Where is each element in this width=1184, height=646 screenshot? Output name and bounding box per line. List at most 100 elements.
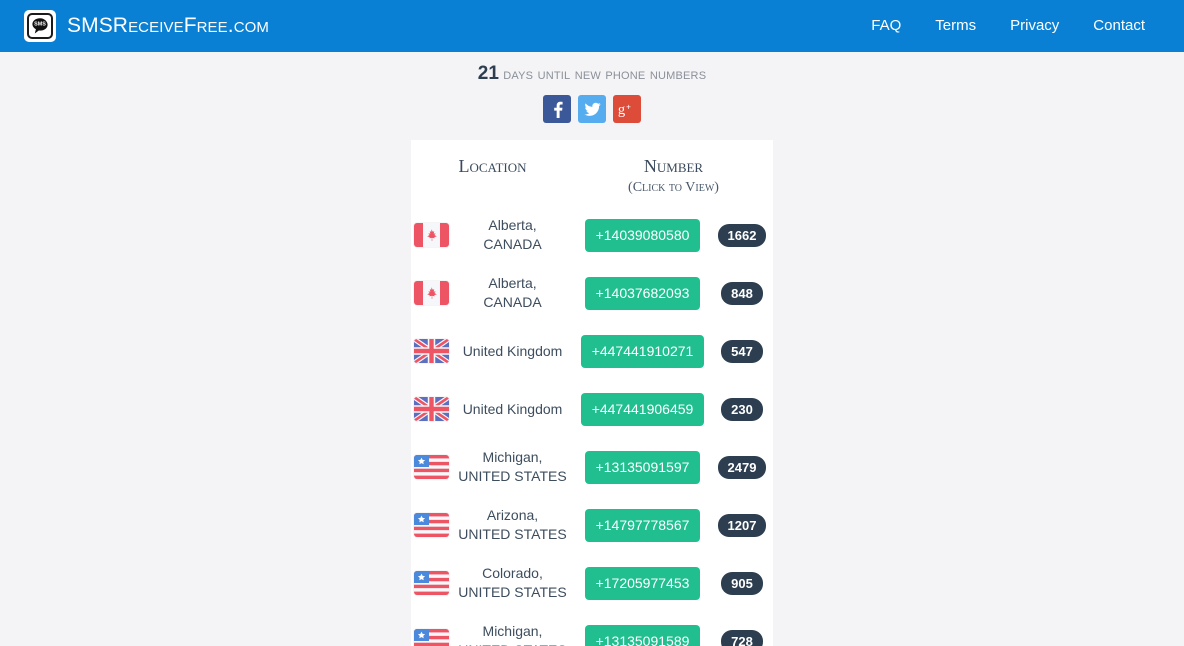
flag-us-icon: [414, 629, 449, 646]
facebook-share-button[interactable]: [543, 95, 571, 123]
table-row: Arizona, UNITED STATES +14797778567 1207: [411, 496, 773, 554]
table-row: United Kingdom +447441906459 230: [411, 380, 773, 438]
message-count-badge: 728: [721, 629, 763, 646]
row-number-cell: +13135091597: [574, 438, 711, 496]
countdown-line: 21 days until new phone numbers: [477, 63, 707, 84]
row-flag-cell: [411, 612, 451, 646]
nav-link-contact[interactable]: Contact: [1076, 0, 1162, 52]
row-location-cell: Arizona, UNITED STATES: [451, 496, 574, 554]
location-text: Michigan, UNITED STATES: [458, 449, 567, 484]
table-row: Alberta, CANADA +14039080580 1662: [411, 206, 773, 264]
row-flag-cell: [411, 554, 451, 612]
googleplus-share-button[interactable]: g +: [613, 95, 641, 123]
row-count-cell: 905: [711, 554, 773, 612]
numbers-panel-wrap: Location Number (Click to View) Alberta,…: [0, 140, 1184, 646]
column-header-number-main: Number: [643, 156, 704, 176]
row-flag-cell: [411, 438, 451, 496]
row-count-cell: 1662: [711, 206, 773, 264]
sms-speech-bubble-icon: SMS: [24, 10, 56, 42]
nav-item-faq: FAQ: [854, 0, 918, 52]
location-text: Alberta, CANADA: [483, 217, 542, 252]
message-count-badge: 230: [721, 397, 763, 421]
flag-ca-icon: [414, 223, 449, 247]
table-row: United Kingdom +447441910271 547: [411, 322, 773, 380]
row-count-cell: 547: [711, 322, 773, 380]
message-count-badge: 905: [721, 571, 763, 595]
svg-text:g: g: [618, 102, 625, 118]
column-header-number: Number (Click to View): [574, 140, 773, 206]
table-row: Alberta, CANADA +14037682093 848: [411, 264, 773, 322]
phone-number-button[interactable]: +17205977453: [584, 566, 701, 600]
row-flag-cell: [411, 264, 451, 322]
flag-us-icon: [414, 455, 449, 479]
phone-number-button[interactable]: +14797778567: [584, 508, 701, 542]
row-number-cell: +14037682093: [574, 264, 711, 322]
location-text: United Kingdom: [462, 400, 563, 417]
row-count-cell: 2479: [711, 438, 773, 496]
table-row: Michigan, UNITED STATES +13135091597 2479: [411, 438, 773, 496]
countdown-days-value: 21: [477, 63, 499, 84]
row-location-cell: Michigan, UNITED STATES: [451, 612, 574, 646]
flag-ca-icon: [414, 281, 449, 305]
social-share-row: g +: [0, 95, 1184, 123]
nav-item-terms: Terms: [918, 0, 993, 52]
location-text: United Kingdom: [462, 342, 563, 359]
nav-link-faq[interactable]: FAQ: [854, 0, 918, 52]
row-count-cell: 1207: [711, 496, 773, 554]
nav-item-privacy: Privacy: [993, 0, 1076, 52]
twitter-icon: [583, 100, 602, 119]
table-head: Location Number (Click to View): [411, 140, 773, 206]
table-header-row: Location Number (Click to View): [411, 140, 773, 206]
column-header-location: Location: [458, 156, 527, 176]
svg-text:+: +: [626, 102, 631, 111]
row-count-cell: 848: [711, 264, 773, 322]
nav-link-terms[interactable]: Terms: [918, 0, 993, 52]
location-text: Arizona, UNITED STATES: [458, 507, 567, 542]
row-location-cell: United Kingdom: [451, 380, 574, 438]
nav-link-privacy[interactable]: Privacy: [993, 0, 1076, 52]
row-count-cell: 728: [711, 612, 773, 646]
facebook-icon: [548, 100, 566, 118]
row-count-cell: 230: [711, 380, 773, 438]
countdown-banner: 21 days until new phone numbers: [0, 52, 1184, 83]
phone-numbers-table: Location Number (Click to View) Alberta,…: [411, 140, 773, 646]
table-row: Colorado, UNITED STATES +17205977453 905: [411, 554, 773, 612]
row-flag-cell: [411, 206, 451, 264]
phone-number-button[interactable]: +14037682093: [584, 276, 701, 310]
phone-number-button[interactable]: +447441906459: [580, 392, 705, 426]
message-count-badge: 848: [721, 281, 763, 305]
twitter-share-button[interactable]: [578, 95, 606, 123]
phone-number-button[interactable]: +14039080580: [584, 218, 701, 252]
row-number-cell: +447441906459: [574, 380, 711, 438]
row-number-cell: +447441910271: [574, 322, 711, 380]
table-body: Alberta, CANADA +14039080580 1662 Alberta, …: [411, 206, 773, 646]
message-count-badge: 547: [721, 339, 763, 363]
row-location-cell: Alberta, CANADA: [451, 206, 574, 264]
message-count-badge: 1662: [717, 223, 767, 247]
svg-text:SMS: SMS: [34, 22, 46, 28]
flag-us-icon: [414, 513, 449, 537]
phone-number-button[interactable]: +13135091589: [584, 624, 701, 646]
brand-home-link[interactable]: SMS SMSReceiveFree.com: [24, 10, 269, 42]
row-number-cell: +14797778567: [574, 496, 711, 554]
location-text: Colorado, UNITED STATES: [458, 565, 567, 600]
row-location-cell: Colorado, UNITED STATES: [451, 554, 574, 612]
flag-gb-icon: [414, 397, 449, 421]
table-row: Michigan, UNITED STATES +13135091589 728: [411, 612, 773, 646]
message-count-badge: 2479: [717, 455, 767, 479]
row-flag-cell: [411, 322, 451, 380]
phone-number-button[interactable]: +13135091597: [584, 450, 701, 484]
row-location-cell: United Kingdom: [451, 322, 574, 380]
row-location-cell: Alberta, CANADA: [451, 264, 574, 322]
phone-number-button[interactable]: +447441910271: [580, 334, 705, 368]
row-flag-cell: [411, 496, 451, 554]
row-number-cell: +13135091589: [574, 612, 711, 646]
message-count-badge: 1207: [717, 513, 767, 537]
row-number-cell: +17205977453: [574, 554, 711, 612]
nav-link-list: FAQ Terms Privacy Contact: [854, 0, 1162, 52]
row-flag-cell: [411, 380, 451, 438]
flag-us-icon: [414, 571, 449, 595]
row-number-cell: +14039080580: [574, 206, 711, 264]
top-navigation-bar: SMS SMSReceiveFree.com FAQ Terms Privacy…: [0, 0, 1184, 52]
flag-gb-icon: [414, 339, 449, 363]
